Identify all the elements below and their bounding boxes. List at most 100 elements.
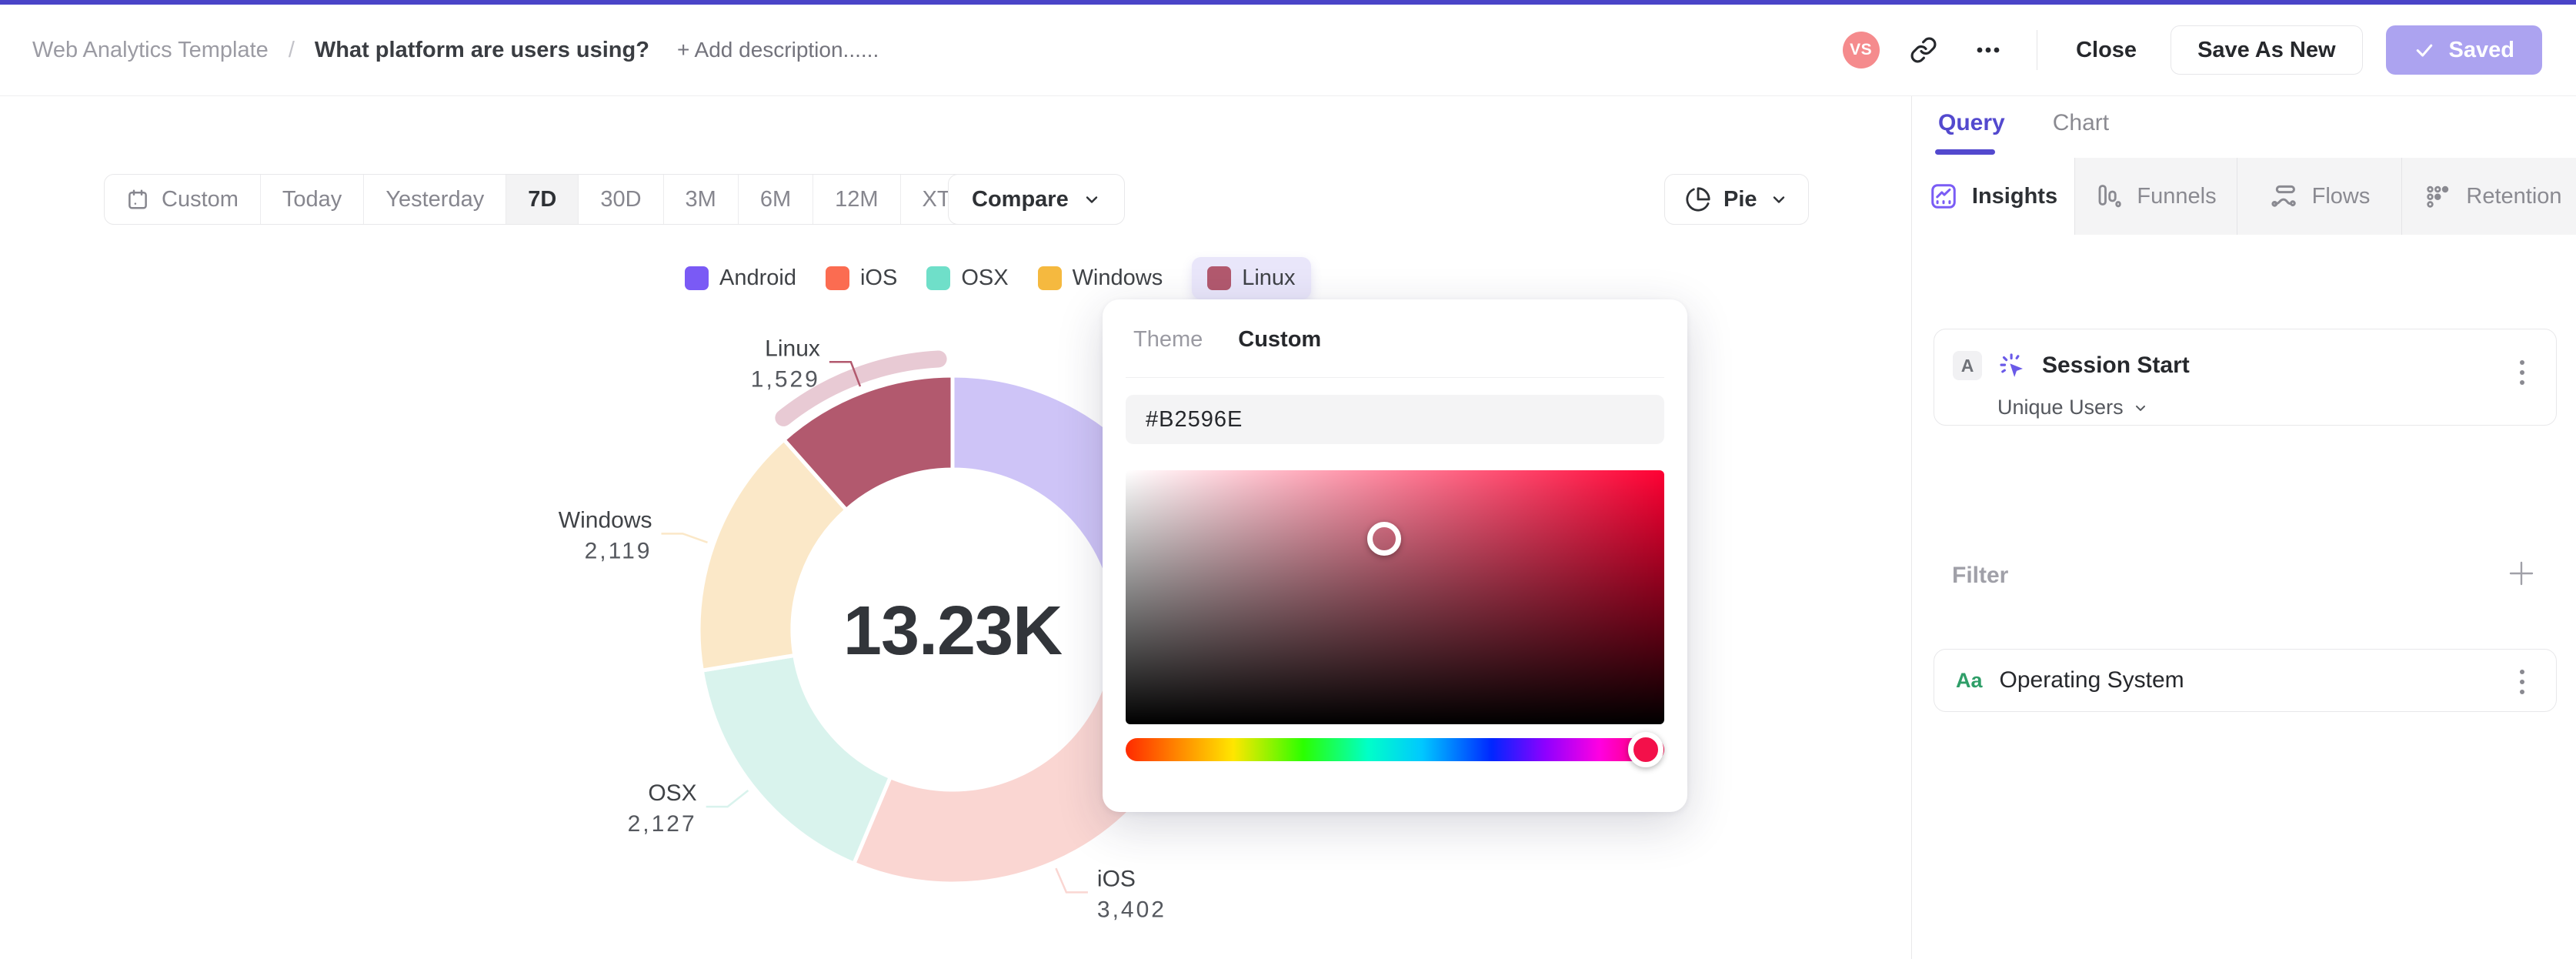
chart-type-label: Pie: [1723, 186, 1757, 212]
legend-item-windows[interactable]: Windows: [1037, 265, 1163, 291]
metric-row: A Session Start: [1953, 349, 2190, 382]
legend-item-android[interactable]: Android: [685, 266, 796, 291]
breakdown-property-name: Operating System: [1999, 667, 2184, 693]
breakdown-options-button[interactable]: [2507, 670, 2538, 694]
date-range-label: Today: [282, 186, 342, 212]
metric-event-name: Session Start: [2042, 353, 2190, 378]
share-link-button[interactable]: [1903, 29, 1944, 71]
funnels-icon: [2098, 185, 2122, 208]
tab-theme[interactable]: Theme: [1133, 327, 1203, 353]
legend-label: OSX: [961, 265, 1009, 290]
breakdown-row: Aa Operating System: [1956, 650, 2184, 711]
add-description-button[interactable]: + Add description......: [677, 38, 879, 62]
save-as-new-button[interactable]: Save As New: [2171, 25, 2363, 75]
saved-button[interactable]: Saved: [2385, 25, 2542, 75]
tab-label: Funnels: [2137, 183, 2217, 209]
breadcrumb-root[interactable]: Web Analytics Template: [32, 38, 269, 63]
property-type-icon: Aa: [1956, 668, 1983, 692]
legend-label: iOS: [859, 265, 898, 290]
label-leader-line: [706, 790, 749, 808]
analysis-view-tabs: Insights Funnels Flows Retention: [1912, 158, 2576, 235]
pie-slice-osx[interactable]: [699, 653, 893, 866]
chevron-down-icon: [1773, 196, 1784, 203]
insights-icon: [1931, 184, 1956, 209]
legend-label: Windows: [1072, 265, 1163, 290]
date-range-30d[interactable]: 30D: [579, 175, 664, 224]
legend-item-linux[interactable]: Linux: [1192, 256, 1311, 299]
metric-options-button[interactable]: [2507, 360, 2538, 385]
breadcrumb-separator: /: [288, 37, 295, 62]
color-picker-popup: Theme Custom: [1103, 299, 1687, 812]
saturation-value-area[interactable]: [1126, 470, 1664, 724]
legend-swatch: [926, 266, 951, 290]
calendar-icon: [128, 189, 147, 209]
metric-card[interactable]: A Session Start Unique Users: [1934, 329, 2557, 426]
avatar[interactable]: VS: [1842, 32, 1880, 68]
date-range-label: Yesterday: [385, 186, 485, 212]
date-range-custom[interactable]: Custom: [105, 175, 261, 224]
tab-label: Flows: [2311, 183, 2371, 209]
legend-item-ios[interactable]: iOS: [825, 265, 898, 291]
metric-badge: A: [1953, 351, 1982, 380]
chevron-down-icon: [2135, 405, 2145, 411]
slice-value-osx: 2,127: [628, 811, 697, 837]
compare-button[interactable]: Compare: [948, 174, 1125, 225]
date-range-label: 12M: [835, 186, 879, 212]
label-leader-line: [661, 533, 708, 543]
link-icon: [1910, 37, 1937, 63]
slice-value-linux: 1,529: [751, 366, 820, 392]
more-menu-button[interactable]: [1967, 29, 2009, 71]
close-button[interactable]: Close: [2065, 38, 2147, 63]
event-spark-icon: [2000, 353, 2023, 377]
tab-flows[interactable]: Flows: [2237, 158, 2402, 235]
tab-retention[interactable]: Retention: [2402, 158, 2576, 235]
date-range-label: 30D: [600, 186, 642, 212]
hue-slider[interactable]: [1126, 732, 1664, 767]
aggregation-dropdown[interactable]: Unique Users: [1997, 396, 2148, 419]
flows-icon: [2271, 185, 2296, 207]
date-range-segmented-control: Custom Today Yesterday 7D 30D 3M 6M 12M XTD: [104, 174, 1019, 225]
date-range-today[interactable]: Today: [261, 175, 365, 224]
date-range-12m[interactable]: 12M: [813, 175, 901, 224]
date-range-6m[interactable]: 6M: [739, 175, 814, 224]
tab-insights[interactable]: Insights: [1912, 158, 2075, 235]
donut-center-total: 13.23K: [843, 593, 1063, 670]
page-title[interactable]: What platform are users using?: [315, 38, 649, 63]
date-range-7d[interactable]: 7D: [506, 175, 579, 224]
breadcrumb: Web Analytics Template / What platform a…: [0, 38, 879, 63]
active-tab-underline: [1935, 149, 1995, 155]
saved-label: Saved: [2448, 37, 2514, 62]
right-sidebar: Query Chart Insights Funnels Flows Retentio…: [1911, 96, 2576, 959]
add-filter-button[interactable]: [2504, 556, 2538, 590]
pie-chart-icon: [1686, 187, 1710, 212]
date-range-label: 6M: [759, 186, 792, 212]
legend-swatch: [685, 266, 709, 290]
slice-label-linux: Linux: [765, 336, 820, 361]
legend-label: Android: [719, 265, 796, 290]
chevron-down-icon: [1086, 196, 1097, 203]
hex-color-input[interactable]: [1126, 395, 1664, 444]
tab-chart[interactable]: Chart: [2053, 110, 2109, 136]
tab-custom[interactable]: Custom: [1238, 327, 1321, 353]
date-range-3m[interactable]: 3M: [664, 175, 739, 224]
color-cursor[interactable]: [1367, 522, 1401, 556]
compare-label: Compare: [972, 186, 1069, 212]
slice-value-windows: 2,119: [585, 538, 652, 563]
legend-swatch: [1037, 266, 1062, 290]
breakdown-card[interactable]: Aa Operating System: [1934, 649, 2557, 712]
hue-slider-thumb[interactable]: [1627, 732, 1663, 767]
tab-label: Insights: [1971, 183, 2058, 209]
date-range-yesterday[interactable]: Yesterday: [364, 175, 507, 224]
chart-type-button[interactable]: Pie: [1664, 174, 1809, 225]
filter-heading: Filter: [1952, 563, 2009, 588]
slice-label-ios: iOS: [1097, 866, 1136, 891]
legend-swatch: [825, 266, 849, 290]
tab-funnels[interactable]: Funnels: [2075, 158, 2237, 235]
legend-label: Linux: [1242, 265, 1296, 290]
legend-item-osx[interactable]: OSX: [926, 265, 1009, 291]
tab-query[interactable]: Query: [1938, 110, 2005, 136]
plus-icon: [2509, 561, 2534, 586]
color-picker-tabs: Theme Custom: [1133, 327, 1321, 353]
aggregation-label: Unique Users: [1997, 396, 2124, 419]
date-range-label: Custom: [162, 186, 239, 212]
